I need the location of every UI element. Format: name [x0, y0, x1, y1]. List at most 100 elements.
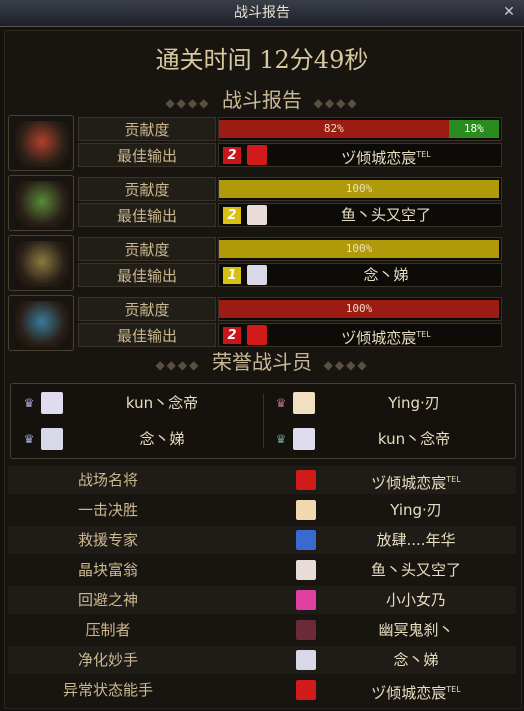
player-name: ヅ倾城恋宸TEL [371, 474, 461, 492]
player-avatar [247, 145, 267, 165]
player-name: Ying·刃 [390, 501, 442, 519]
award-title: 异常状态能手 [62, 681, 153, 699]
award-row: 压制者 幽冥鬼刹丶 [8, 616, 516, 644]
team-row: 贡献度 最佳输出 100% 1 念丶娣 [8, 235, 504, 291]
player-name: 念丶娣 [139, 430, 185, 448]
battle-report-heading: ◆◆◆◆ 战斗报告 ◆◆◆◆ [10, 88, 514, 112]
player-name: ヅ倾城恋宸TEL [341, 329, 431, 347]
ornament-icon: ◆◆◆◆ [312, 358, 369, 372]
honor-heading: ◆◆◆◆ 荣誉战斗员 ◆◆◆◆ [10, 350, 514, 374]
award-title: 回避之神 [77, 591, 138, 609]
player-avatar [296, 650, 316, 670]
award-title: 净化妙手 [77, 651, 138, 669]
player-avatar [247, 205, 267, 225]
award-title: 压制者 [85, 621, 131, 639]
award-row: 战场名将 ヅ倾城恋宸TEL [8, 466, 516, 494]
contribution-label: 贡献度 [78, 117, 216, 141]
player-name: Ying·刃 [388, 394, 440, 412]
blue-crest-icon [15, 301, 69, 347]
honor-player: ♛ kun丶念帝 [269, 424, 509, 454]
player-avatar [41, 392, 63, 414]
team-row: 贡献度 最佳输出 82% 18% 2 ヅ倾城恋宸TEL [8, 115, 504, 171]
best-output-row: 1 念丶娣 [218, 263, 502, 287]
rank-badge: 1 [223, 267, 241, 284]
player-avatar [296, 470, 316, 490]
contribution-bar: 100% [218, 177, 502, 201]
close-icon[interactable]: ✕ [500, 3, 518, 21]
best-output-row: 2 ヅ倾城恋宸TEL [218, 323, 502, 347]
player-name: 幽冥鬼刹丶 [378, 621, 454, 639]
honor-player: ♛ kun丶念帝 [17, 388, 257, 418]
clear-time: 通关时间 12分49秒 [155, 46, 369, 74]
ornament-icon: ◆◆◆◆ [155, 358, 212, 372]
team-emblem [8, 295, 74, 351]
rank-badge: 2 [223, 207, 241, 224]
ornament-icon: ◆◆◆◆ [302, 96, 359, 110]
team-emblem [8, 235, 74, 291]
rank-badge: 2 [223, 327, 241, 344]
divider [263, 394, 264, 448]
player-name: 鱼丶头又空了 [340, 206, 431, 224]
window-titlebar[interactable]: 战斗报告 ✕ [0, 0, 524, 27]
honor-players-panel: ♛ kun丶念帝 ♛ Ying·刃 ♛ 念丶娣 ♛ kun丶念帝 [10, 383, 516, 459]
best-output-row: 2 ヅ倾城恋宸TEL [218, 143, 502, 167]
player-name: ヅ倾城恋宸TEL [341, 149, 431, 167]
medal-icon: ♛ [275, 396, 287, 410]
award-row: 净化妙手 念丶娣 [8, 646, 516, 674]
honor-player: ♛ 念丶娣 [17, 424, 257, 454]
flame-crest-icon [15, 121, 69, 167]
team-emblem [8, 175, 74, 231]
player-avatar [296, 680, 316, 700]
player-name: 鱼丶头又空了 [370, 561, 461, 579]
award-row: 回避之神 小小女乃 [8, 586, 516, 614]
secondary-value: 18% [463, 122, 484, 135]
player-name: ヅ倾城恋宸TEL [371, 684, 461, 702]
green-crest-icon [15, 181, 69, 227]
best-output-label: 最佳输出 [78, 143, 216, 167]
award-title: 救援专家 [77, 531, 138, 549]
award-row: 救援专家 放肆....年华 [8, 526, 516, 554]
contribution-bar: 82% 18% [218, 117, 502, 141]
team-row: 贡献度 最佳输出 100% 2 ヅ倾城恋宸TEL [8, 295, 504, 351]
contribution-value: 100% [345, 242, 373, 255]
team-row: 贡献度 最佳输出 100% 2 鱼丶头又空了 [8, 175, 504, 231]
player-avatar [247, 265, 267, 285]
player-avatar [293, 428, 315, 450]
rank-badge: 2 [223, 147, 241, 164]
gold-crest-icon [15, 241, 69, 287]
contribution-label: 贡献度 [78, 237, 216, 261]
best-output-label: 最佳输出 [78, 323, 216, 347]
best-output-label: 最佳输出 [78, 203, 216, 227]
medal-icon: ♛ [23, 432, 35, 446]
award-row: 异常状态能手 ヅ倾城恋宸TEL [8, 676, 516, 704]
contribution-label: 贡献度 [78, 177, 216, 201]
best-output-row: 2 鱼丶头又空了 [218, 203, 502, 227]
contribution-value: 100% [345, 302, 373, 315]
contribution-value: 82% [323, 122, 344, 135]
honor-player: ♛ Ying·刃 [269, 388, 509, 418]
player-name: 念丶娣 [363, 266, 409, 284]
best-output-label: 最佳输出 [78, 263, 216, 287]
player-avatar [296, 560, 316, 580]
award-row: 晶块富翁 鱼丶头又空了 [8, 556, 516, 584]
player-name: 放肆....年华 [376, 531, 456, 549]
award-title: 晶块富翁 [77, 561, 138, 579]
honor-title: 荣誉战斗员 [212, 350, 312, 374]
medal-icon: ♛ [23, 396, 35, 410]
award-title: 战场名将 [77, 471, 138, 489]
medal-icon: ♛ [275, 432, 287, 446]
contribution-bar: 100% [218, 237, 502, 261]
player-avatar [293, 392, 315, 414]
player-name: 小小女乃 [385, 591, 446, 609]
player-avatar [296, 620, 316, 640]
contribution-value: 100% [345, 182, 373, 195]
award-row: 一击决胜 Ying·刃 [8, 496, 516, 524]
player-avatar [296, 530, 316, 550]
team-emblem [8, 115, 74, 171]
contribution-bar: 100% [218, 297, 502, 321]
player-avatar [296, 590, 316, 610]
window-title: 战斗报告 [234, 5, 290, 21]
player-name: 念丶娣 [393, 651, 439, 669]
contribution-label: 贡献度 [78, 297, 216, 321]
player-avatar [296, 500, 316, 520]
